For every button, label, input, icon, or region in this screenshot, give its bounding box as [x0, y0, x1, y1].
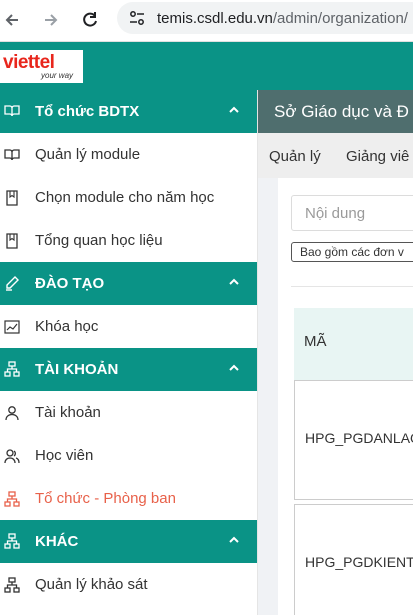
forward-button[interactable]	[37, 6, 65, 34]
page-banner: Sở Giáo dục và Đ	[258, 90, 413, 133]
org-chart-icon	[4, 491, 20, 507]
sidebar: Tổ chức BDTX Quản lý module Chọn module …	[0, 90, 258, 615]
tab-bar: Quản lý Giảng viê	[258, 133, 413, 178]
column-header-ma: MÃ	[304, 333, 327, 350]
sidebar-item-chon-module[interactable]: Chọn module cho năm học	[0, 176, 257, 219]
sidebar-item-label: Chọn module cho năm học	[35, 189, 215, 206]
chart-line-icon	[4, 320, 20, 334]
table-cell-ma: HPG_PGDANLAO	[305, 430, 413, 446]
sidebar-item-tong-quan-hoc-lieu[interactable]: Tổng quan học liệu	[0, 219, 257, 262]
chevron-up-icon[interactable]	[228, 534, 240, 546]
org-chart-icon	[4, 361, 20, 377]
url-path: /admin/organization/	[272, 9, 408, 27]
browser-toolbar: temis.csdl.edu.vn/admin/organization/	[0, 0, 413, 42]
sidebar-section-title: KHÁC	[35, 533, 79, 550]
filter-chip-label: Bao gồm các đơn v	[300, 245, 404, 259]
sidebar-item-to-chuc-phong-ban[interactable]: Tổ chức - Phòng ban	[0, 477, 257, 520]
sidebar-section-khac[interactable]: KHÁC	[0, 520, 257, 563]
sidebar-item-label: Tổng quan học liệu	[35, 232, 163, 249]
table-row[interactable]: HPG_PGDANLAO	[294, 380, 413, 500]
sidebar-item-hoc-vien[interactable]: Học viên	[0, 434, 257, 477]
chevron-up-icon[interactable]	[228, 362, 240, 374]
sidebar-section-dao-tao[interactable]: ĐÀO TẠO	[0, 262, 257, 305]
book-open-icon	[4, 149, 20, 161]
org-chart-icon	[4, 533, 20, 549]
sidebar-item-label: Khóa học	[35, 318, 99, 335]
search-input[interactable]: Nội dung	[291, 195, 413, 231]
reload-button[interactable]	[76, 6, 104, 34]
sidebar-item-tai-khoan[interactable]: Tài khoản	[0, 391, 257, 434]
site-settings-icon[interactable]	[127, 8, 147, 28]
arrow-left-icon	[5, 14, 18, 26]
sidebar-section-title: TÀI KHOẢN	[35, 361, 119, 378]
app-header: viettel your way	[0, 42, 413, 90]
arrow-right-icon	[45, 14, 58, 26]
table-row[interactable]: HPG_PGDKIENT	[294, 504, 413, 615]
divider	[291, 286, 413, 287]
tab-quan-ly[interactable]: Quản lý	[269, 148, 321, 165]
sidebar-item-quan-ly-module[interactable]: Quản lý module	[0, 133, 257, 176]
back-button[interactable]	[0, 6, 26, 34]
chevron-up-icon[interactable]	[228, 276, 240, 288]
sidebar-item-quan-ly-khao-sat[interactable]: Quản lý khảo sát	[0, 563, 257, 606]
sidebar-section-tai-khoan[interactable]: TÀI KHOẢN	[0, 348, 257, 391]
tab-giang-vien[interactable]: Giảng viê	[346, 148, 409, 165]
sidebar-item-label: Tổ chức - Phòng ban	[35, 490, 176, 507]
filter-checkbox-include-units[interactable]: Bao gồm các đơn v	[291, 242, 413, 262]
sidebar-item-label: Học viên	[35, 447, 94, 464]
url-host: temis.csdl.edu.vn	[157, 9, 273, 27]
main-content: Sở Giáo dục và Đ Quản lý Giảng viê Nội d…	[258, 90, 413, 615]
bookmark-icon	[6, 190, 18, 206]
pencil-icon	[6, 276, 19, 291]
sidebar-section-title: Tổ chức BDTX	[35, 103, 140, 120]
sidebar-item-label: Tài khoản	[35, 404, 101, 421]
table-header: MÃ	[294, 308, 413, 380]
reload-icon	[83, 12, 97, 27]
sidebar-item-label: Quản lý khảo sát	[35, 576, 148, 593]
bookmark-icon	[6, 233, 18, 249]
sidebar-section-title: ĐÀO TẠO	[35, 275, 105, 292]
url-text: temis.csdl.edu.vn/admin/organization/	[157, 10, 408, 27]
sidebar-item-label: Quản lý module	[35, 146, 141, 163]
logo-tagline: your way	[41, 71, 74, 80]
address-bar[interactable]: temis.csdl.edu.vn/admin/organization/	[117, 2, 413, 34]
user-icon	[5, 406, 19, 421]
page-title: Sở Giáo dục và Đ	[274, 102, 409, 121]
sidebar-section-bdtx[interactable]: Tổ chức BDTX	[0, 90, 257, 133]
sidebar-item-khoa-hoc[interactable]: Khóa học	[0, 305, 257, 348]
book-open-icon	[4, 105, 20, 117]
content-panel: Nội dung Bao gồm các đơn v MÃ HPG_PGDANL…	[278, 178, 413, 615]
table-cell-ma: HPG_PGDKIENT	[305, 554, 413, 570]
chevron-up-icon[interactable]	[228, 104, 240, 116]
org-chart-icon	[4, 577, 20, 593]
search-placeholder: Nội dung	[305, 205, 366, 222]
viettel-logo[interactable]: viettel your way	[0, 50, 83, 83]
users-icon	[4, 449, 20, 464]
